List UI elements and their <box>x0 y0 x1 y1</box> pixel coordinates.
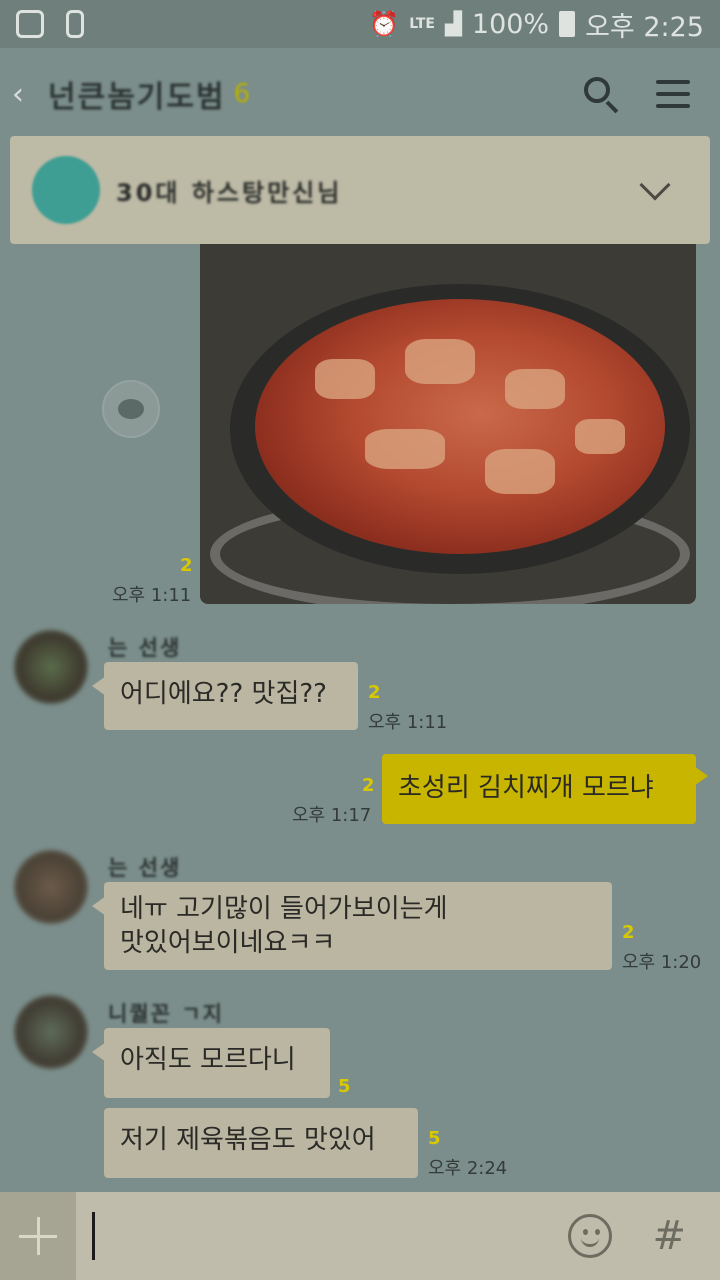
text-cursor <box>92 1212 95 1260</box>
message-text: 저기 제육볶음도 맛있어 <box>120 1125 376 1155</box>
stew-chunk <box>485 449 555 494</box>
member-count: 6 <box>233 79 251 109</box>
plus-icon-vertical <box>36 1217 40 1255</box>
signal-icon: ▟ <box>444 11 462 37</box>
message-text-line: 네ㅠ 고기많이 들어가보이는게 <box>120 894 448 924</box>
message-text: 어디에요?? 맛집?? <box>120 679 327 709</box>
menu-icon[interactable] <box>656 80 690 108</box>
emoji-eye <box>583 1229 589 1235</box>
unread-count: 2 <box>180 555 193 576</box>
message-bubble[interactable]: 아직도 모르다니 <box>92 1028 330 1098</box>
message-time: 오후 2:24 <box>428 1158 508 1179</box>
avatar[interactable] <box>14 995 88 1069</box>
message-bubble[interactable]: 네ㅠ 고기많이 들어가보이는게 맛있어보이네요ㅋㅋ <box>92 882 612 970</box>
status-bar: ⏰ LTE ▟ 100% 오후 2:25 <box>0 0 720 48</box>
sender-name: 는 선생 <box>108 636 182 660</box>
stew-chunk <box>505 369 565 409</box>
message-input[interactable] <box>76 1192 569 1280</box>
unread-count: 2 <box>362 775 375 796</box>
chevron-down-icon[interactable] <box>639 169 671 201</box>
speech-bubble-icon <box>118 399 144 419</box>
stew-chunk <box>365 429 445 469</box>
message-text-line: 맛있어보이네요ㅋㅋ <box>120 928 336 958</box>
emoji-icon[interactable] <box>568 1214 613 1258</box>
network-type: LTE <box>409 16 435 32</box>
unread-count: 5 <box>338 1076 351 1097</box>
message-bubble[interactable]: 어디에요?? 맛집?? <box>92 662 358 730</box>
message-bubble[interactable]: 저기 제육볶음도 맛있어 <box>104 1108 418 1178</box>
notice-banner[interactable]: 30대 하스탕만신님 <box>10 136 710 244</box>
input-bar: # <box>0 1192 720 1280</box>
unread-count: 2 <box>622 922 635 943</box>
sender-name: 니퀄꼰 ㄱ지 <box>108 1002 224 1026</box>
notice-avatar <box>32 156 100 224</box>
sim-card-icon <box>66 10 84 38</box>
sender-name: 는 선생 <box>108 856 182 880</box>
message-text: 아직도 모르다니 <box>120 1045 296 1075</box>
clock: 오후 2:25 <box>585 11 704 43</box>
chat-title: 넌큰놈기도범 <box>48 80 226 115</box>
avatar[interactable] <box>14 630 88 704</box>
message-time: 오후 1:11 <box>368 712 448 733</box>
message-time: 오후 1:17 <box>292 805 372 826</box>
message-text: 초성리 김치찌개 모르냐 <box>398 773 654 803</box>
message-time: 오후 1:20 <box>622 952 702 973</box>
message-bubble-mine[interactable]: 초성리 김치찌개 모르냐 <box>382 754 708 824</box>
unread-count: 5 <box>428 1128 441 1149</box>
avatar[interactable] <box>14 850 88 924</box>
emoji-mouth <box>581 1237 600 1247</box>
share-button[interactable] <box>102 380 160 438</box>
message-time: 오후 1:11 <box>112 585 192 606</box>
app-notification-icon <box>16 10 44 38</box>
battery-percent: 100% <box>471 8 550 40</box>
unread-count: 2 <box>368 682 381 703</box>
battery-icon <box>559 11 576 37</box>
photo-message[interactable] <box>200 244 696 604</box>
hash-icon[interactable]: # <box>652 1213 686 1259</box>
stew-chunk <box>315 359 375 399</box>
notice-text: 30대 하스탕만신님 <box>116 178 343 207</box>
stew-chunk <box>575 419 625 454</box>
stew-chunk <box>405 339 475 384</box>
alarm-icon: ⏰ <box>369 10 400 38</box>
back-icon[interactable]: ‹ <box>12 77 48 112</box>
search-icon[interactable] <box>582 75 620 114</box>
stew <box>255 299 665 554</box>
attach-button[interactable] <box>0 1192 76 1280</box>
chat-header: ‹ 넌큰놈기도범 6 <box>0 48 720 140</box>
emoji-eye <box>595 1229 601 1235</box>
